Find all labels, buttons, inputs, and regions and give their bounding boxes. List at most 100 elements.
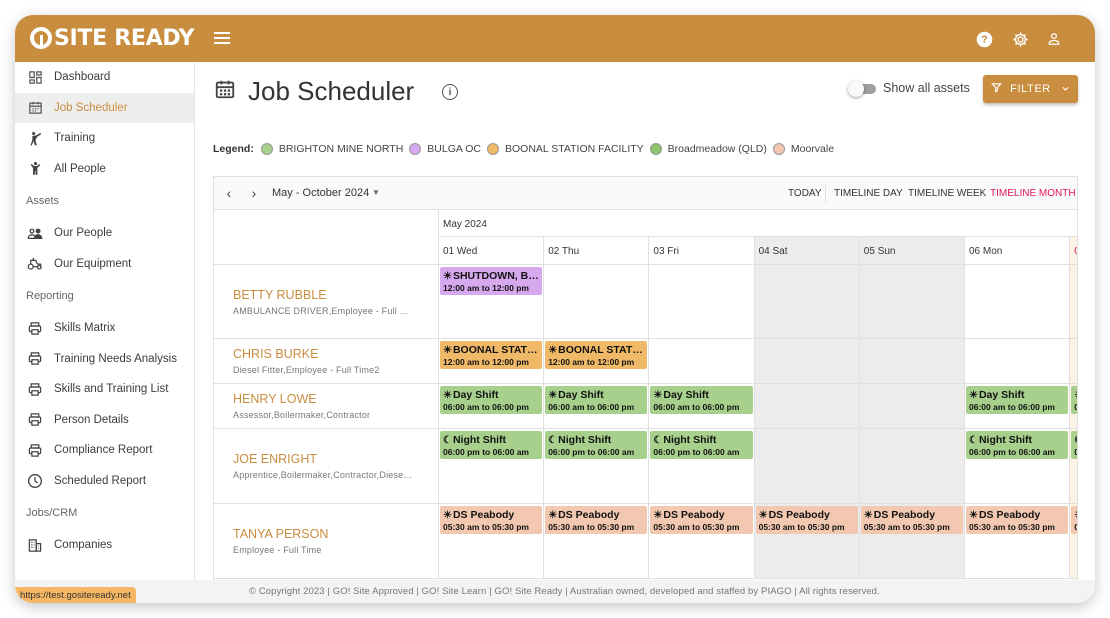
day-header[interactable]: 02 Thu — [544, 237, 650, 265]
timeline-cell[interactable] — [649, 265, 755, 339]
event-time: 05:30 am to 05:30 pm — [1074, 522, 1077, 532]
sidebar-item-training-needs-analysis[interactable]: Training Needs Analysis — [15, 344, 194, 375]
timeline-cell[interactable] — [859, 339, 965, 384]
date-range-picker[interactable]: May - October 2024 — [272, 187, 369, 199]
event-time: 06:00 pm to 06:00 am — [443, 447, 529, 457]
schedule-event[interactable]: ☀Day Shift06:00 am to 06:00 pm — [966, 386, 1069, 414]
info-icon[interactable]: i — [442, 84, 458, 100]
sidebar-item-our-equipment[interactable]: Our Equipment — [15, 249, 194, 280]
day-header[interactable]: 05 Sun — [859, 237, 965, 265]
schedule-event[interactable]: ☾Night Shift06:00 pm to 06:00 am — [545, 431, 648, 459]
top-bar: SITE READY ? — [15, 15, 1095, 62]
event-time: 06:00 am to 06:00 pm — [443, 402, 529, 412]
show-all-assets-toggle[interactable] — [848, 81, 878, 97]
timeline-cell[interactable] — [544, 265, 650, 339]
resource-name[interactable]: TANYA PERSON — [233, 527, 438, 541]
sidebar-item-dashboard[interactable]: Dashboard — [15, 62, 194, 93]
resource-name[interactable]: BETTY RUBBLE — [233, 288, 438, 302]
timeline-cell[interactable] — [754, 265, 860, 339]
event-title-wrap: ☀Day Shift — [969, 389, 1065, 401]
view-timeline-week[interactable]: TIMELINE WEEK — [908, 188, 986, 199]
schedule-event[interactable]: ☀SHUTDOWN, BULGA OC12:00 am to 12:00 pm — [440, 267, 543, 295]
schedule-event[interactable]: ☀DS Peabody05:30 am to 05:30 pm — [755, 506, 858, 534]
timeline-cell[interactable] — [754, 384, 860, 429]
sidebar-item-job-scheduler[interactable]: Job Scheduler — [15, 92, 194, 123]
view-timeline-month[interactable]: TIMELINE MONTH — [990, 188, 1076, 199]
schedule-event[interactable]: ☀BOONAL STATION 12:00 am to 12:00 pm — [440, 341, 543, 369]
schedule-event[interactable]: ☀DS Peabody05:30 am to 05:30 pm — [440, 506, 543, 534]
caret-down-icon[interactable]: ▼ — [372, 188, 380, 197]
timeline-cell[interactable] — [859, 265, 965, 339]
schedule-event[interactable]: ☾Night Shift06:00 pm to 06:00 am — [1071, 431, 1077, 459]
next-period-icon[interactable]: › — [247, 185, 261, 201]
view-timeline-day[interactable]: TIMELINE DAY — [834, 188, 903, 199]
sidebar-item-companies[interactable]: Companies — [15, 530, 194, 561]
schedule-event[interactable]: ☾Night Shift06:00 pm to 06:00 am — [650, 431, 753, 459]
day-header[interactable]: 06 Mon — [965, 237, 1071, 265]
timeline-cell[interactable] — [1070, 265, 1077, 339]
sidebar-item-training[interactable]: Training — [15, 123, 194, 154]
sidebar-item-label: Skills Matrix — [54, 322, 116, 335]
day-header[interactable]: 07 Tue — [1070, 237, 1077, 265]
resource-description: Diesel Fitter,Employee - Full Time2 — [233, 365, 380, 375]
resource-description: Employee - Full Time — [233, 545, 322, 555]
timeline-cell[interactable] — [754, 339, 860, 384]
timeline-cell[interactable] — [859, 384, 965, 429]
day-header[interactable]: 03 Fri — [649, 237, 755, 265]
today-button[interactable]: TODAY — [788, 188, 822, 199]
event-title: SHUTDOWN, BULGA OC — [452, 270, 539, 282]
resource-name[interactable]: CHRIS BURKE — [233, 347, 438, 361]
resource-row-header: JOE ENRIGHT Apprentice,Boilermaker,Contra… — [214, 429, 439, 504]
schedule-event[interactable]: ☀DS Peabody05:30 am to 05:30 pm — [860, 506, 963, 534]
legend-item: Moorvale — [772, 143, 834, 155]
site-ready-logo[interactable]: SITE READY — [30, 25, 195, 51]
timeline-cell[interactable] — [965, 339, 1071, 384]
menu-toggle-icon[interactable] — [214, 32, 230, 44]
event-time: 06:00 am to 06:00 pm — [653, 402, 740, 412]
schedule-event[interactable]: ☀DS Peabody05:30 am to 05:30 pm — [1071, 506, 1077, 534]
schedule-event[interactable]: ☀DS Peabody05:30 am to 05:30 pm — [650, 506, 753, 534]
schedule-event[interactable]: ☾Night Shift06:00 pm to 06:00 am — [440, 431, 543, 459]
timeline-cell[interactable] — [754, 429, 860, 504]
resource-name[interactable]: HENRY LOWE — [233, 392, 438, 406]
sidebar-item-our-people[interactable]: Our People — [15, 218, 194, 249]
schedule-event[interactable]: ☀Day Shift06:00 am to 06:00 pm — [545, 386, 648, 414]
event-title-wrap: ☀Day Shift — [653, 389, 749, 401]
schedule-event[interactable]: ☀Day Shift06:00 am to 06:00 pm — [1071, 386, 1077, 414]
day-header[interactable]: 01 Wed — [439, 237, 545, 265]
sidebar-item-skills-and-training-list[interactable]: Skills and Training List — [15, 374, 194, 405]
sun-icon: ☀ — [1074, 390, 1077, 401]
logo-text: SITE READY — [54, 25, 195, 51]
sidebar-item-skills-matrix[interactable]: Skills Matrix — [15, 313, 194, 344]
user-account-icon[interactable] — [1044, 29, 1064, 49]
event-time: 05:30 am to 05:30 pm — [548, 522, 635, 532]
event-time: 06:00 pm to 06:00 am — [653, 447, 740, 457]
schedule-event[interactable]: ☀DS Peabody05:30 am to 05:30 pm — [545, 506, 648, 534]
settings-gear-icon[interactable] — [1010, 29, 1030, 49]
schedule-event[interactable]: ☀Day Shift06:00 am to 06:00 pm — [650, 386, 753, 414]
sidebar-item-all-people[interactable]: All People — [15, 154, 194, 185]
moon-icon: ☾ — [443, 435, 452, 446]
schedule-event[interactable]: ☀DS Peabody05:30 am to 05:30 pm — [966, 506, 1069, 534]
sidebar-item-compliance-report[interactable]: Compliance Report — [15, 435, 194, 466]
schedule-event[interactable]: ☀Day Shift06:00 am to 06:00 pm — [440, 386, 543, 414]
legend-item: BRIGHTON MINE NORTH — [260, 143, 403, 155]
schedule-event[interactable]: ☾Night Shift06:00 pm to 06:00 am — [966, 431, 1069, 459]
previous-period-icon[interactable]: ‹ — [222, 185, 236, 201]
sun-icon: ☀ — [548, 345, 558, 356]
calendar-icon — [27, 100, 43, 116]
resource-name[interactable]: JOE ENRIGHT — [233, 452, 438, 466]
sidebar-item-scheduled-report[interactable]: Scheduled Report — [15, 466, 194, 497]
schedule-event[interactable]: ☀BOONAL STATION 12:00 am to 12:00 pm — [545, 341, 648, 369]
event-time: 12:00 am to 12:00 pm — [443, 357, 529, 367]
help-icon[interactable]: ? — [974, 29, 994, 49]
sidebar-item-person-details[interactable]: Person Details — [15, 405, 194, 436]
timeline-cell[interactable] — [965, 265, 1071, 339]
timeline-cell[interactable] — [1070, 339, 1077, 384]
timeline-cell[interactable] — [649, 339, 755, 384]
filter-button[interactable]: FILTER — [983, 75, 1078, 103]
timeline-cell[interactable] — [859, 429, 965, 504]
day-header[interactable]: 04 Sat — [754, 237, 860, 265]
event-time: 06:00 am to 06:00 pm — [548, 402, 635, 412]
scheduler-toolbar: ‹ › May - October 2024 ▼ TODAY TIMELINE … — [214, 177, 1077, 210]
